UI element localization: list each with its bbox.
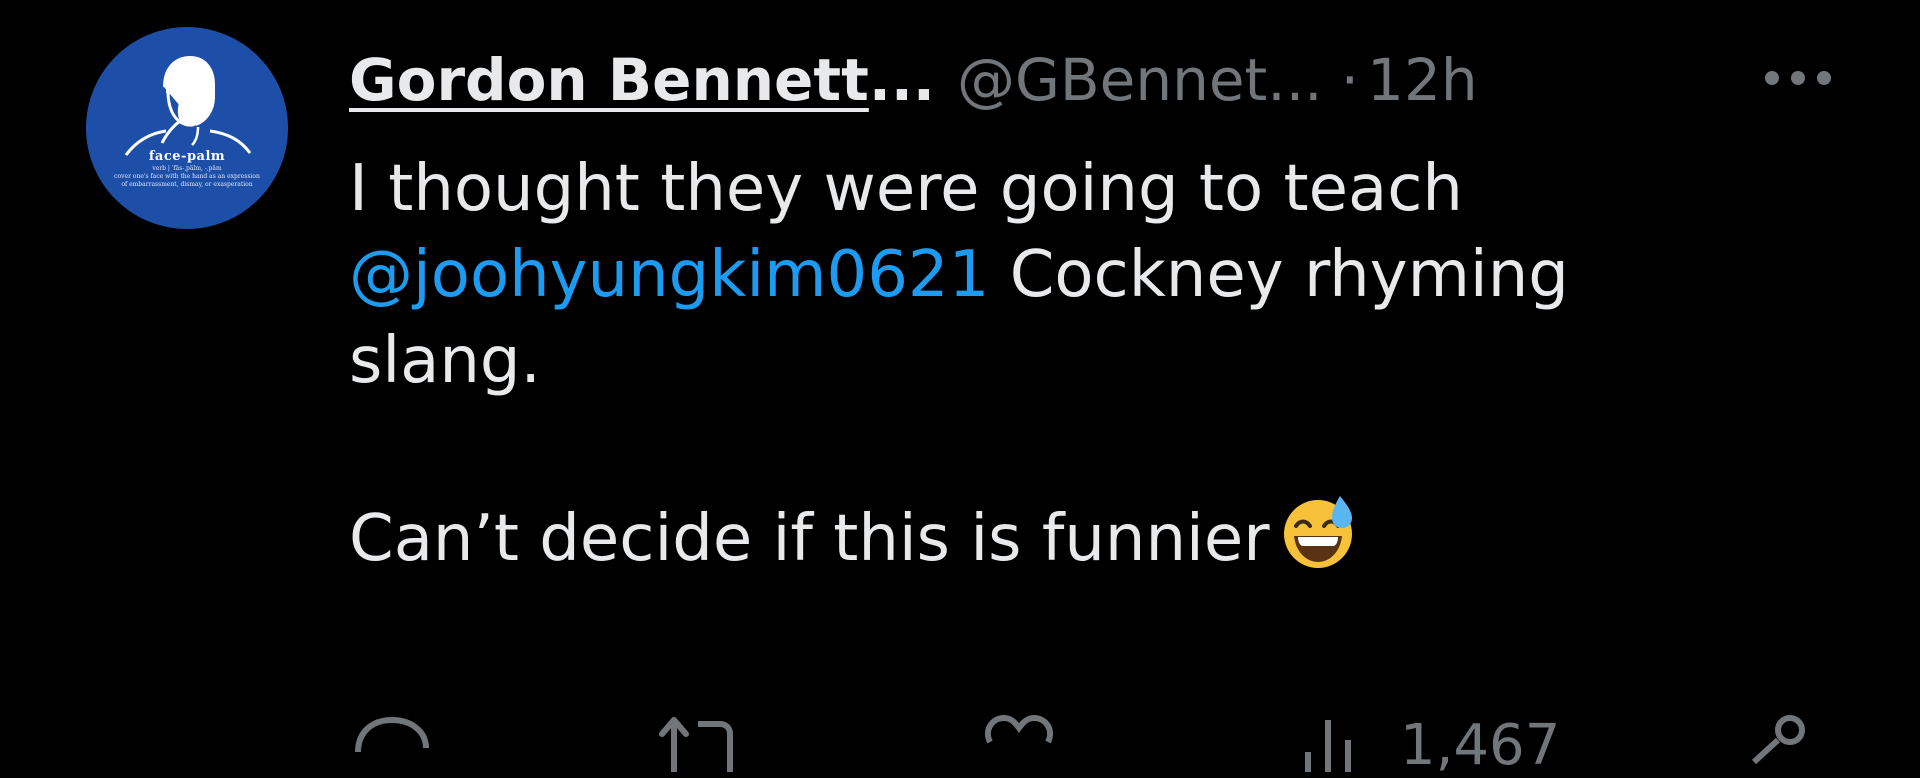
tweet-timestamp[interactable]: 12h [1367, 46, 1478, 114]
like-icon[interactable] [982, 712, 1056, 772]
avatar-subtitle: verb | ˈfās-ˌpälm, -ˌpäm cover one's fac… [86, 165, 288, 189]
author-handle[interactable]: @GBennet... [957, 46, 1323, 114]
tweet-body: I thought they were going to teach @jooh… [349, 146, 1749, 594]
more-options-icon[interactable] [1760, 66, 1836, 90]
avatar-subtitle-line: verb | ˈfās-ˌpälm, -ˌpäm [152, 165, 222, 172]
avatar[interactable]: face-palm verb | ˈfās-ˌpälm, -ˌpäm cover… [86, 27, 288, 229]
tweet-text-line: @joohyungkim0621 Cockney rhyming [349, 232, 1749, 318]
tweet-text-fragment: Can’t decide if this is funnier [349, 502, 1270, 576]
share-icon[interactable] [1742, 712, 1808, 772]
tweet-text-line: I thought they were going to teach [349, 152, 1463, 226]
tweet-header: Gordon Bennett... @GBennet... · 12h [349, 40, 1478, 120]
facepalm-figure-icon [124, 55, 252, 156]
tweet-actions [0, 712, 1920, 772]
avatar-subtitle-line: of embarrassment, dismay, or exasperatio… [121, 181, 253, 188]
author-name-ellipsis[interactable]: ... [869, 46, 935, 114]
reply-icon[interactable] [352, 712, 432, 772]
avatar-subtitle-line: cover one's face with the hand as an exp… [114, 173, 260, 180]
grinning-sweat-emoji-icon [1278, 490, 1360, 594]
tweet-text-line: Can’t decide if this is funnier [349, 490, 1749, 594]
tweet-text-line: slang. [349, 324, 541, 398]
author-name[interactable]: Gordon Bennett [349, 46, 869, 114]
views-icon[interactable] [1300, 712, 1364, 772]
views-count: 1,467 [1400, 713, 1561, 778]
separator-dot: · [1340, 46, 1360, 114]
retweet-icon[interactable] [656, 712, 740, 772]
tweet-card[interactable]: face-palm verb | ˈfās-ˌpälm, -ˌpäm cover… [0, 0, 1920, 776]
avatar-title: face-palm [148, 149, 226, 164]
mention-link[interactable]: @joohyungkim0621 [349, 238, 989, 312]
tweet-text-fragment: Cockney rhyming [989, 238, 1569, 312]
